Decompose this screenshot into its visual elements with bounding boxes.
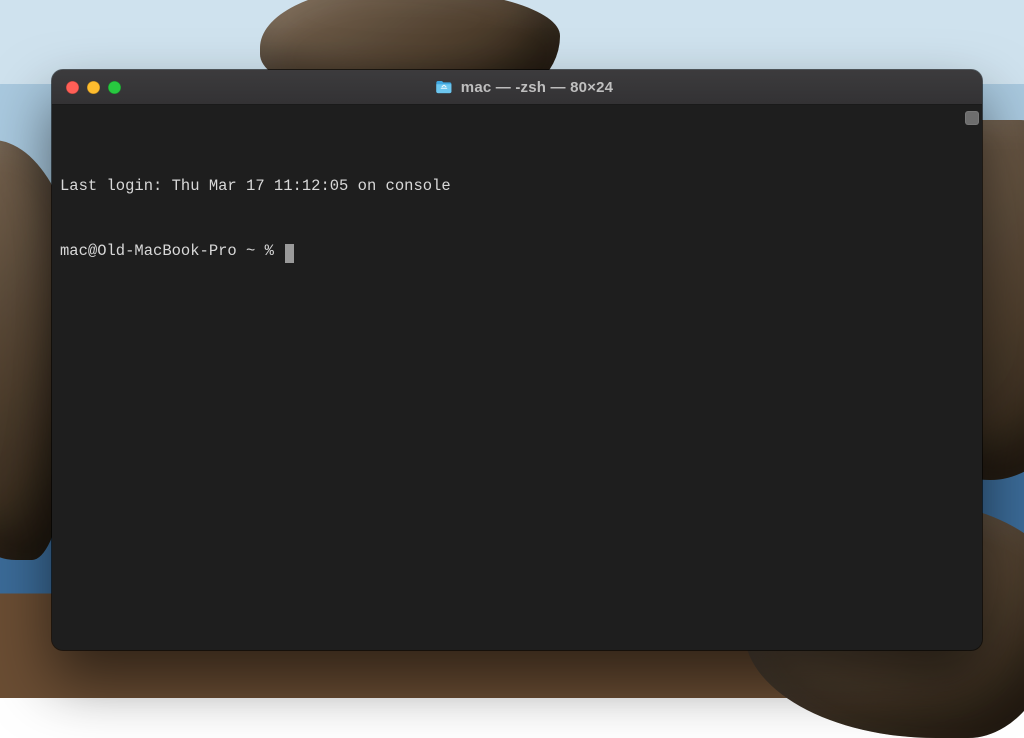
close-button[interactable] <box>66 81 79 94</box>
titlebar[interactable]: mac — -zsh — 80×24 <box>52 70 982 105</box>
home-folder-icon <box>435 80 453 94</box>
zoom-button[interactable] <box>108 81 121 94</box>
prompt-line: mac@Old-MacBook-Pro ~ % <box>60 241 972 263</box>
text-cursor <box>285 244 294 263</box>
minimize-button[interactable] <box>87 81 100 94</box>
shell-prompt: mac@Old-MacBook-Pro ~ % <box>60 241 283 263</box>
terminal-window: mac — -zsh — 80×24 Last login: Thu Mar 1… <box>52 70 982 650</box>
window-title-area: mac — -zsh — 80×24 <box>138 79 982 96</box>
scrollbar-thumb[interactable] <box>965 111 979 125</box>
traffic-lights <box>52 81 138 94</box>
terminal-viewport[interactable]: Last login: Thu Mar 17 11:12:05 on conso… <box>52 105 982 650</box>
window-title: mac — -zsh — 80×24 <box>461 79 613 96</box>
last-login-line: Last login: Thu Mar 17 11:12:05 on conso… <box>60 176 972 198</box>
